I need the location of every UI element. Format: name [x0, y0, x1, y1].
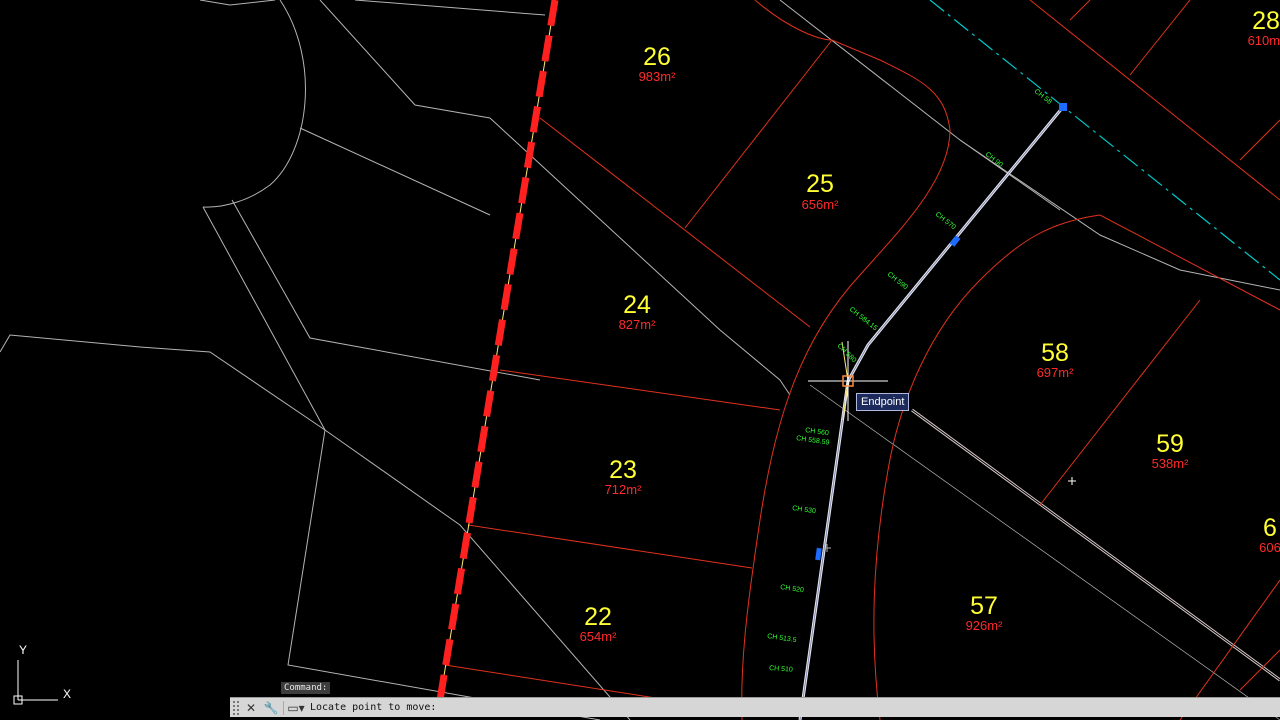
close-icon[interactable]: ✕ — [243, 700, 259, 716]
dashed-boundary — [436, 0, 559, 701]
lot-area: 606 — [1259, 540, 1280, 555]
selected-polyline[interactable] — [798, 103, 1067, 720]
chainage-label: CH 580 — [836, 342, 858, 364]
chainage-label: CH 510 — [769, 665, 793, 674]
command-history: Command: — [281, 682, 331, 694]
chainage-label: CH 590 — [886, 271, 909, 291]
chainage-label: CH 570 — [934, 211, 957, 231]
lot-area: 827m² — [619, 317, 657, 332]
wrench-icon[interactable]: 🔧 — [263, 700, 279, 716]
lot-area: 926m² — [966, 618, 1004, 633]
drawing-canvas[interactable]: 26 983m² 25 656m² 24 827m² 23 712m² 22 6… — [0, 0, 1280, 720]
osnap-tooltip: Endpoint — [856, 393, 910, 411]
ucs-x-label: X — [63, 687, 71, 701]
cyan-centerline — [929, 0, 1280, 281]
lot-number: 22 — [584, 603, 612, 631]
lot-number: 58 — [1041, 339, 1069, 367]
lot-number: 59 — [1156, 430, 1184, 458]
grip-midpoint-lower[interactable] — [815, 547, 822, 561]
lot-area: 697m² — [1037, 365, 1075, 380]
lot-number: 26 — [643, 43, 671, 71]
toolbar-separator — [283, 700, 284, 715]
ucs-icon — [13, 660, 58, 705]
recent-commands-icon[interactable]: ▭▾ — [287, 700, 304, 716]
chainage-label: CH 58 — [1033, 88, 1053, 106]
existing-linework — [0, 0, 1280, 720]
pickbox-marks — [823, 477, 1076, 552]
lot-labels: 26 983m² 25 656m² 24 827m² 23 712m² 22 6… — [580, 7, 1280, 644]
lot-boundaries — [444, 0, 1280, 720]
lot-number: 57 — [970, 592, 998, 620]
ucs-y-label: Y — [19, 643, 27, 657]
grip-endpoint[interactable] — [1059, 103, 1067, 111]
lot-number: 24 — [623, 291, 651, 319]
command-line-grip-handle[interactable] — [233, 700, 239, 715]
lot-number: 23 — [609, 456, 637, 484]
chainage-label: CH 90 — [984, 151, 1004, 169]
lot-area: 654m² — [580, 629, 618, 644]
lot-area: 712m² — [605, 482, 643, 497]
lot-number: 28 — [1252, 7, 1280, 35]
lot-number: 6 — [1263, 514, 1277, 542]
chainage-label: CH 520 — [780, 584, 805, 594]
lot-area: 983m² — [639, 69, 677, 84]
command-prompt: Locate point to move: — [310, 702, 437, 713]
chainage-label: CH 513.5 — [767, 633, 797, 644]
command-input[interactable] — [436, 698, 1280, 717]
chainage-label: CH 530 — [792, 505, 817, 515]
lot-area: 656m² — [802, 197, 840, 212]
lot-area: 538m² — [1152, 456, 1190, 471]
chainage-label: CH 584.15 — [848, 306, 879, 332]
lot-number: 25 — [806, 170, 834, 198]
lot-area: 610m² — [1248, 33, 1280, 48]
command-line: ✕ 🔧 ▭▾ Locate point to move: — [230, 697, 1280, 717]
